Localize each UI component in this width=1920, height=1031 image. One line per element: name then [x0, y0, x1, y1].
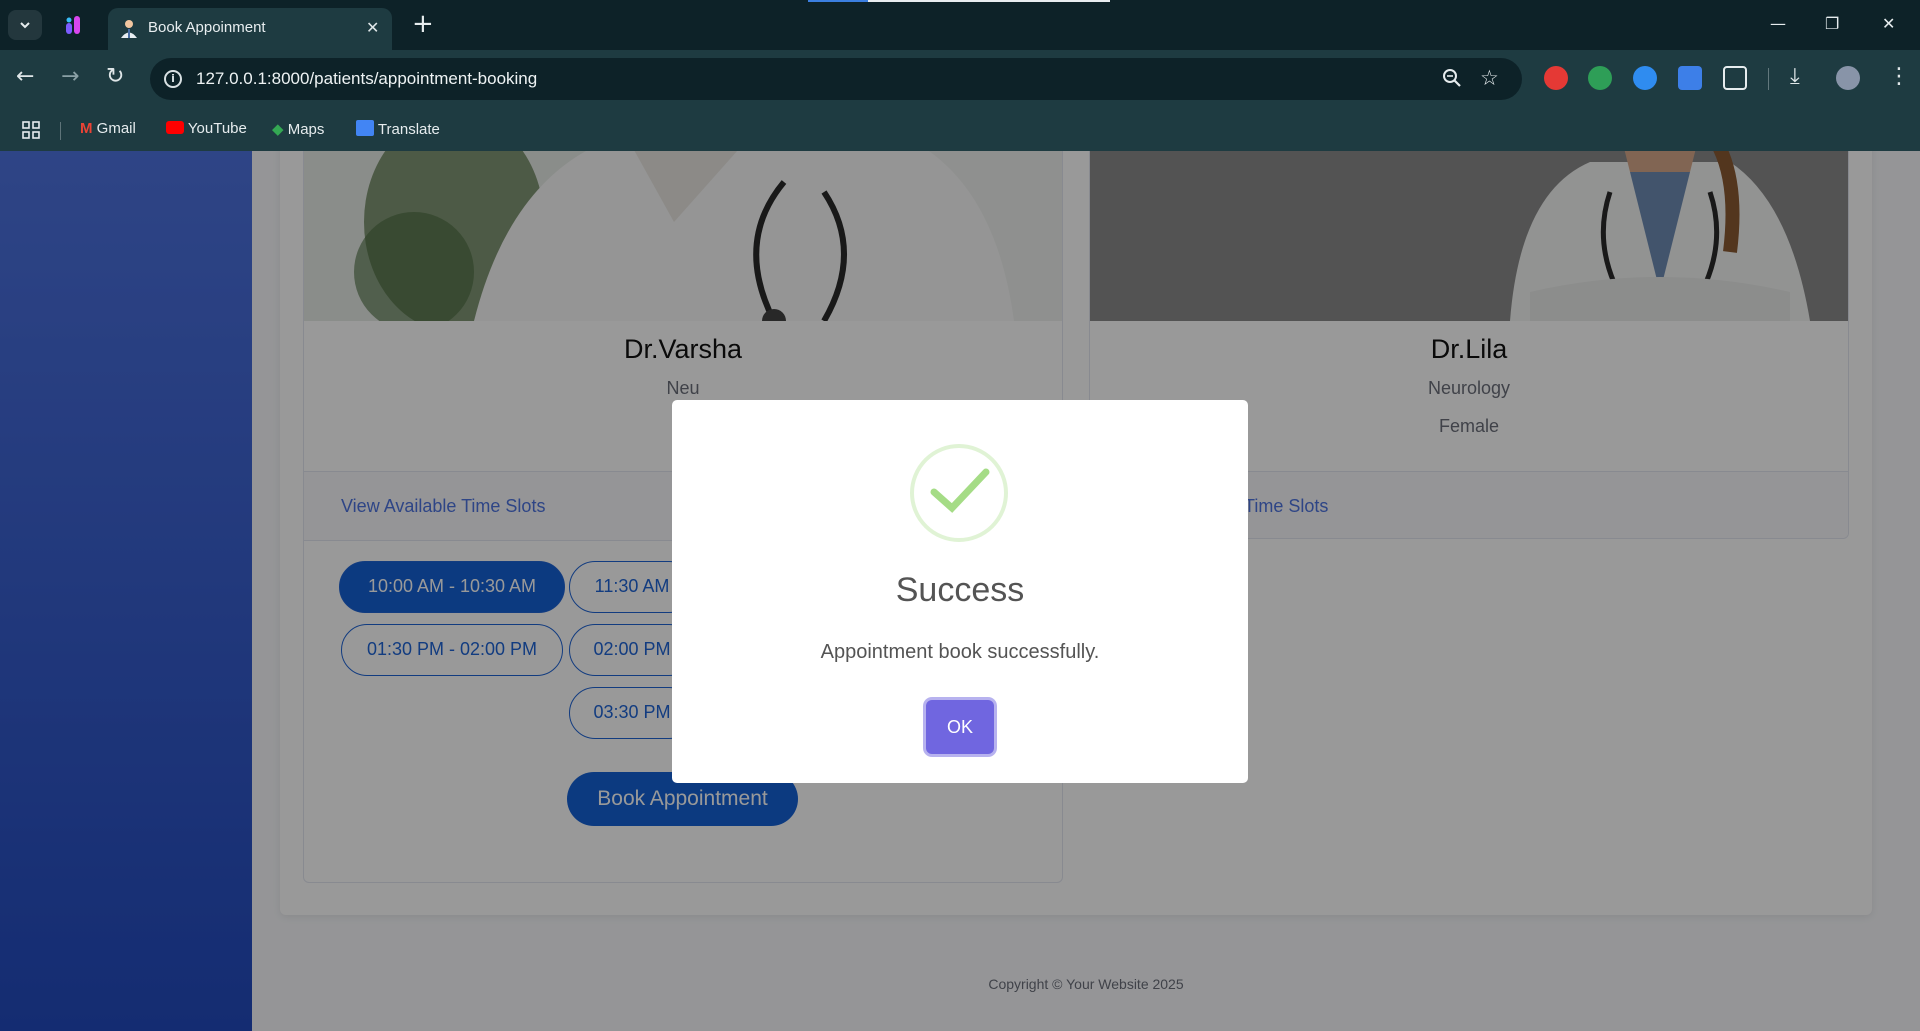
success-dialog: Success Appointment book successfully. O… [672, 400, 1248, 783]
close-window-icon[interactable]: ✕ [1882, 14, 1895, 33]
gmail-icon: M [80, 120, 93, 137]
tab-close-icon[interactable]: ✕ [366, 20, 379, 36]
chevron-down-icon [20, 22, 30, 29]
browser-tab-bar: Book Appoinment ✕ + — ❐ ✕ [0, 0, 1920, 50]
menu-kebab-icon[interactable]: ⋮ [1888, 66, 1910, 88]
translate-icon [356, 120, 374, 136]
bookmark-maps[interactable]: ◆ Maps [272, 120, 324, 138]
url-text[interactable]: 127.0.0.1:8000/patients/appointment-book… [196, 69, 537, 89]
site-info-icon[interactable]: i [164, 70, 182, 88]
app-logo-icon[interactable] [64, 14, 84, 36]
tab-title: Book Appoinment [148, 19, 266, 36]
grammarly-extension-icon[interactable] [1633, 66, 1657, 90]
adblock-extension-icon[interactable] [1544, 66, 1568, 90]
bookmark-label: Maps [287, 121, 325, 138]
translate-extension-icon[interactable] [1588, 66, 1612, 90]
browser-toolbar: ← → ↻ i 127.0.0.1:8000/patients/appointm… [0, 50, 1920, 108]
bookmarks-bar: M Gmail YouTube ◆ Maps Translate [0, 108, 1920, 151]
new-tab-button[interactable]: + [412, 11, 434, 37]
download-icon[interactable]: ⤓ [1790, 66, 1800, 88]
bookmark-label: Translate [377, 121, 440, 138]
ok-button[interactable]: OK [926, 700, 994, 754]
dialog-message: Appointment book successfully. [820, 641, 1100, 663]
zoom-icon[interactable] [1442, 68, 1462, 88]
success-check-icon [910, 444, 1008, 542]
restore-icon[interactable]: ❐ [1825, 14, 1839, 33]
minimize-icon[interactable]: — [1770, 14, 1786, 33]
bookmark-label: Gmail [96, 120, 136, 137]
page-viewport: Dr.Varsha Neu Fe View Available Time Slo… [0, 151, 1920, 1031]
forward-icon[interactable]: → [61, 66, 79, 88]
back-icon[interactable]: ← [16, 66, 34, 88]
bookmark-translate[interactable]: Translate [356, 120, 440, 138]
maps-icon: ◆ [272, 121, 284, 138]
reload-icon[interactable]: ↻ [106, 66, 124, 88]
bookmark-gmail[interactable]: M Gmail [80, 120, 136, 137]
address-bar[interactable]: i 127.0.0.1:8000/patients/appointment-bo… [150, 58, 1522, 100]
loading-indicator [808, 0, 1110, 2]
dialog-title: Success [895, 571, 1025, 609]
apps-grid-icon[interactable] [22, 121, 40, 139]
extensions-puzzle-icon[interactable] [1723, 66, 1747, 90]
doctor-favicon-icon [121, 20, 137, 38]
bookmark-youtube[interactable]: YouTube [166, 120, 247, 137]
tab-search-button[interactable] [8, 10, 42, 40]
toolbar-separator [1768, 68, 1769, 90]
bookmark-star-icon[interactable]: ☆ [1480, 66, 1499, 90]
bookmarks-separator [60, 122, 61, 140]
tab-book-appoinment[interactable]: Book Appoinment ✕ [108, 8, 392, 50]
youtube-icon [166, 121, 184, 134]
profile-avatar[interactable] [1836, 66, 1860, 90]
bookmark-label: YouTube [187, 120, 247, 137]
fi-extension-icon[interactable] [1678, 66, 1702, 90]
